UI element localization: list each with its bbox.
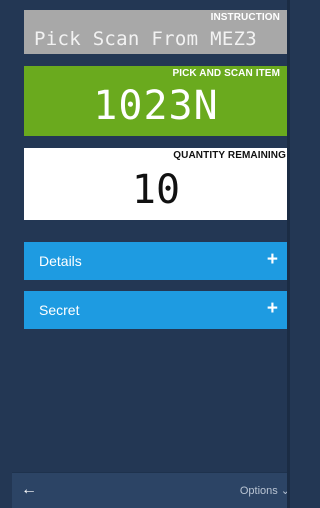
quantity-caption: QUANTITY REMAINING — [173, 150, 286, 161]
details-section-toggle[interactable]: Details + — [24, 242, 288, 280]
secret-section-toggle[interactable]: Secret + — [24, 291, 288, 329]
footer-bar: ← Options ⌄ — [12, 472, 290, 508]
details-section-label: Details — [39, 253, 82, 269]
back-arrow-icon[interactable]: ← — [21, 481, 37, 499]
options-menu-button[interactable]: Options ⌄ — [240, 484, 290, 498]
quantity-panel: QUANTITY REMAINING 10 — [24, 148, 288, 220]
pick-item-value: 1023N — [93, 83, 219, 129]
pick-item-caption: PICK AND SCAN ITEM — [172, 68, 280, 79]
expand-icon: + — [266, 249, 278, 270]
instruction-caption: INSTRUCTION — [210, 12, 280, 23]
quantity-value: 10 — [131, 167, 181, 213]
pick-item-panel: PICK AND SCAN ITEM 1023N — [24, 66, 288, 136]
screen-edge — [287, 0, 290, 508]
secret-section-label: Secret — [39, 302, 80, 318]
instruction-text: Pick Scan From MEZ3 — [34, 28, 258, 50]
expand-icon: + — [266, 298, 278, 319]
options-label: Options — [239, 485, 278, 497]
scan-screen: INSTRUCTION Pick Scan From MEZ3 PICK AND… — [0, 0, 290, 508]
instruction-panel: INSTRUCTION Pick Scan From MEZ3 — [24, 10, 288, 54]
